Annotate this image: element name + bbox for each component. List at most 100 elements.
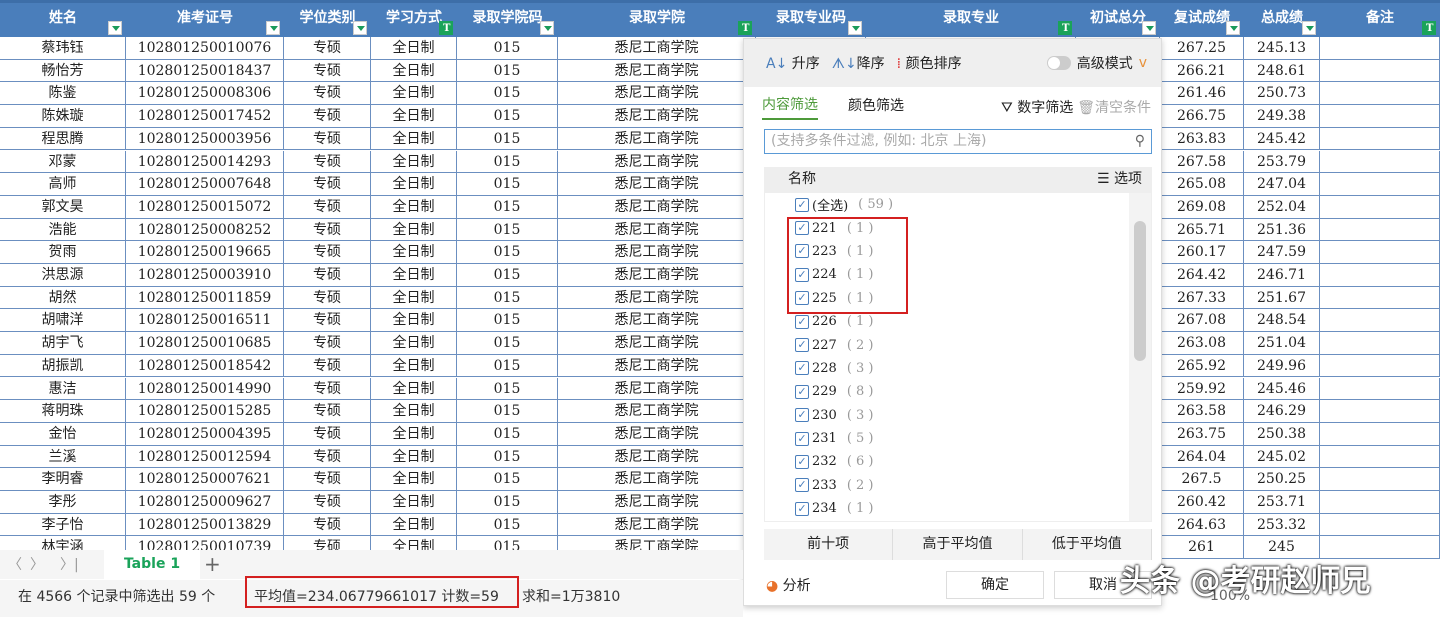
- table-cell[interactable]: 015: [457, 309, 558, 332]
- table-cell[interactable]: 悉尼工商学院: [558, 150, 756, 173]
- column-header[interactable]: 初试总分: [1076, 3, 1160, 37]
- column-header[interactable]: 录取学院码: [457, 3, 558, 37]
- table-cell[interactable]: 胡然: [0, 286, 126, 309]
- table-cell[interactable]: 专硕: [284, 377, 371, 400]
- filter-list-item[interactable]: ✓ 228 ( 3 ): [765, 357, 1151, 380]
- table-cell[interactable]: 悉尼工商学院: [558, 309, 756, 332]
- table-cell[interactable]: 015: [457, 445, 558, 468]
- table-cell[interactable]: 悉尼工商学院: [558, 59, 756, 82]
- table-cell[interactable]: 015: [457, 491, 558, 513]
- checkbox-checked-icon[interactable]: ✓: [795, 361, 809, 376]
- number-filter-button[interactable]: ⛛ 数字筛选: [1001, 97, 1073, 117]
- table-cell[interactable]: 悉尼工商学院: [558, 332, 756, 355]
- table-cell[interactable]: 267.25: [1160, 37, 1244, 59]
- table-cell[interactable]: 悉尼工商学院: [558, 400, 756, 423]
- filter-active-icon[interactable]: [1422, 21, 1436, 35]
- table-cell[interactable]: [1320, 513, 1440, 536]
- table-cell[interactable]: 全日制: [371, 491, 457, 513]
- table-cell[interactable]: 267.08: [1160, 309, 1244, 332]
- sheet-tab[interactable]: Table 1: [104, 550, 200, 579]
- table-cell[interactable]: 专硕: [284, 332, 371, 355]
- table-cell[interactable]: [1320, 195, 1440, 218]
- table-cell[interactable]: 266.75: [1160, 105, 1244, 128]
- table-cell[interactable]: 专硕: [284, 309, 371, 332]
- table-cell[interactable]: 263.08: [1160, 332, 1244, 355]
- table-cell[interactable]: [1320, 309, 1440, 332]
- table-cell[interactable]: 247.59: [1244, 241, 1320, 264]
- scrollbar-thumb[interactable]: [1134, 221, 1146, 361]
- filter-search-input[interactable]: (支持多条件过滤, 例如: 北京 上海) ⚲: [764, 129, 1152, 154]
- table-cell[interactable]: 李子怡: [0, 513, 126, 536]
- last-sheet-icon[interactable]: 〉|: [60, 554, 79, 574]
- checkbox-checked-icon[interactable]: ✓: [795, 454, 809, 469]
- checkbox-checked-icon[interactable]: ✓: [795, 338, 809, 353]
- column-header[interactable]: 准考证号: [126, 3, 284, 37]
- table-cell[interactable]: 全日制: [371, 59, 457, 82]
- table-cell[interactable]: [1320, 400, 1440, 423]
- table-cell[interactable]: 265.92: [1160, 354, 1244, 377]
- table-cell[interactable]: 260.17: [1160, 241, 1244, 264]
- add-sheet-button[interactable]: +: [204, 552, 221, 576]
- table-cell[interactable]: 全日制: [371, 82, 457, 105]
- table-cell[interactable]: 102801250015285: [126, 400, 284, 423]
- table-cell[interactable]: 专硕: [284, 264, 371, 286]
- column-header[interactable]: 学习方式: [371, 3, 457, 37]
- table-cell[interactable]: 专硕: [284, 513, 371, 536]
- table-cell[interactable]: 全日制: [371, 195, 457, 218]
- table-cell[interactable]: 专硕: [284, 127, 371, 150]
- table-cell[interactable]: [1320, 468, 1440, 491]
- checkbox-checked-icon[interactable]: ✓: [795, 501, 809, 516]
- table-cell[interactable]: 264.63: [1160, 513, 1244, 536]
- column-header[interactable]: 复试成绩: [1160, 3, 1244, 37]
- table-cell[interactable]: 015: [457, 105, 558, 128]
- table-cell[interactable]: [1320, 173, 1440, 196]
- table-cell[interactable]: 250.73: [1244, 82, 1320, 105]
- table-cell[interactable]: 蒋明珠: [0, 400, 126, 423]
- table-cell[interactable]: 专硕: [284, 195, 371, 218]
- table-cell[interactable]: 267.58: [1160, 150, 1244, 173]
- table-cell[interactable]: 悉尼工商学院: [558, 286, 756, 309]
- table-cell[interactable]: 015: [457, 195, 558, 218]
- checkbox-checked-icon[interactable]: ✓: [795, 197, 809, 212]
- table-cell[interactable]: [1320, 59, 1440, 82]
- filter-list-item[interactable]: ✓ 227 ( 2 ): [765, 333, 1151, 356]
- table-cell[interactable]: 015: [457, 127, 558, 150]
- table-cell[interactable]: 015: [457, 82, 558, 105]
- table-cell[interactable]: 专硕: [284, 354, 371, 377]
- table-cell[interactable]: 015: [457, 59, 558, 82]
- table-cell[interactable]: 悉尼工商学院: [558, 241, 756, 264]
- table-cell[interactable]: 102801250014990: [126, 377, 284, 400]
- table-cell[interactable]: 全日制: [371, 377, 457, 400]
- table-cell[interactable]: 265.08: [1160, 173, 1244, 196]
- table-cell[interactable]: 兰溪: [0, 445, 126, 468]
- column-header[interactable]: 录取学院: [558, 3, 756, 37]
- table-cell[interactable]: 245.42: [1244, 127, 1320, 150]
- table-cell[interactable]: 专硕: [284, 150, 371, 173]
- table-cell[interactable]: 102801250007648: [126, 173, 284, 196]
- table-cell[interactable]: 高师: [0, 173, 126, 196]
- table-cell[interactable]: 惠洁: [0, 377, 126, 400]
- table-cell[interactable]: [1320, 264, 1440, 286]
- table-cell[interactable]: 247.04: [1244, 173, 1320, 196]
- above-average-button[interactable]: 高于平均值: [893, 529, 1023, 560]
- table-cell[interactable]: 102801250010076: [126, 37, 284, 59]
- table-cell[interactable]: [1320, 422, 1440, 445]
- table-cell[interactable]: 邓蒙: [0, 150, 126, 173]
- table-cell[interactable]: 全日制: [371, 513, 457, 536]
- filter-list-item[interactable]: ✓ 233 ( 2 ): [765, 474, 1151, 497]
- table-cell[interactable]: 102801250016511: [126, 309, 284, 332]
- filter-list-item[interactable]: ✓ 234 ( 1 ): [765, 497, 1151, 520]
- table-cell[interactable]: 悉尼工商学院: [558, 264, 756, 286]
- table-cell[interactable]: 贺雨: [0, 241, 126, 264]
- table-cell[interactable]: 251.67: [1244, 286, 1320, 309]
- table-cell[interactable]: 102801250018542: [126, 354, 284, 377]
- column-header[interactable]: 录取专业码: [756, 3, 866, 37]
- table-cell[interactable]: 悉尼工商学院: [558, 218, 756, 241]
- table-cell[interactable]: 专硕: [284, 445, 371, 468]
- column-header[interactable]: 姓名: [0, 3, 126, 37]
- checkbox-checked-icon[interactable]: ✓: [795, 478, 809, 493]
- column-header[interactable]: 总成绩: [1244, 3, 1320, 37]
- table-cell[interactable]: 015: [457, 218, 558, 241]
- table-cell[interactable]: 102801250007621: [126, 468, 284, 491]
- next-sheet-icon[interactable]: 〉: [30, 554, 44, 574]
